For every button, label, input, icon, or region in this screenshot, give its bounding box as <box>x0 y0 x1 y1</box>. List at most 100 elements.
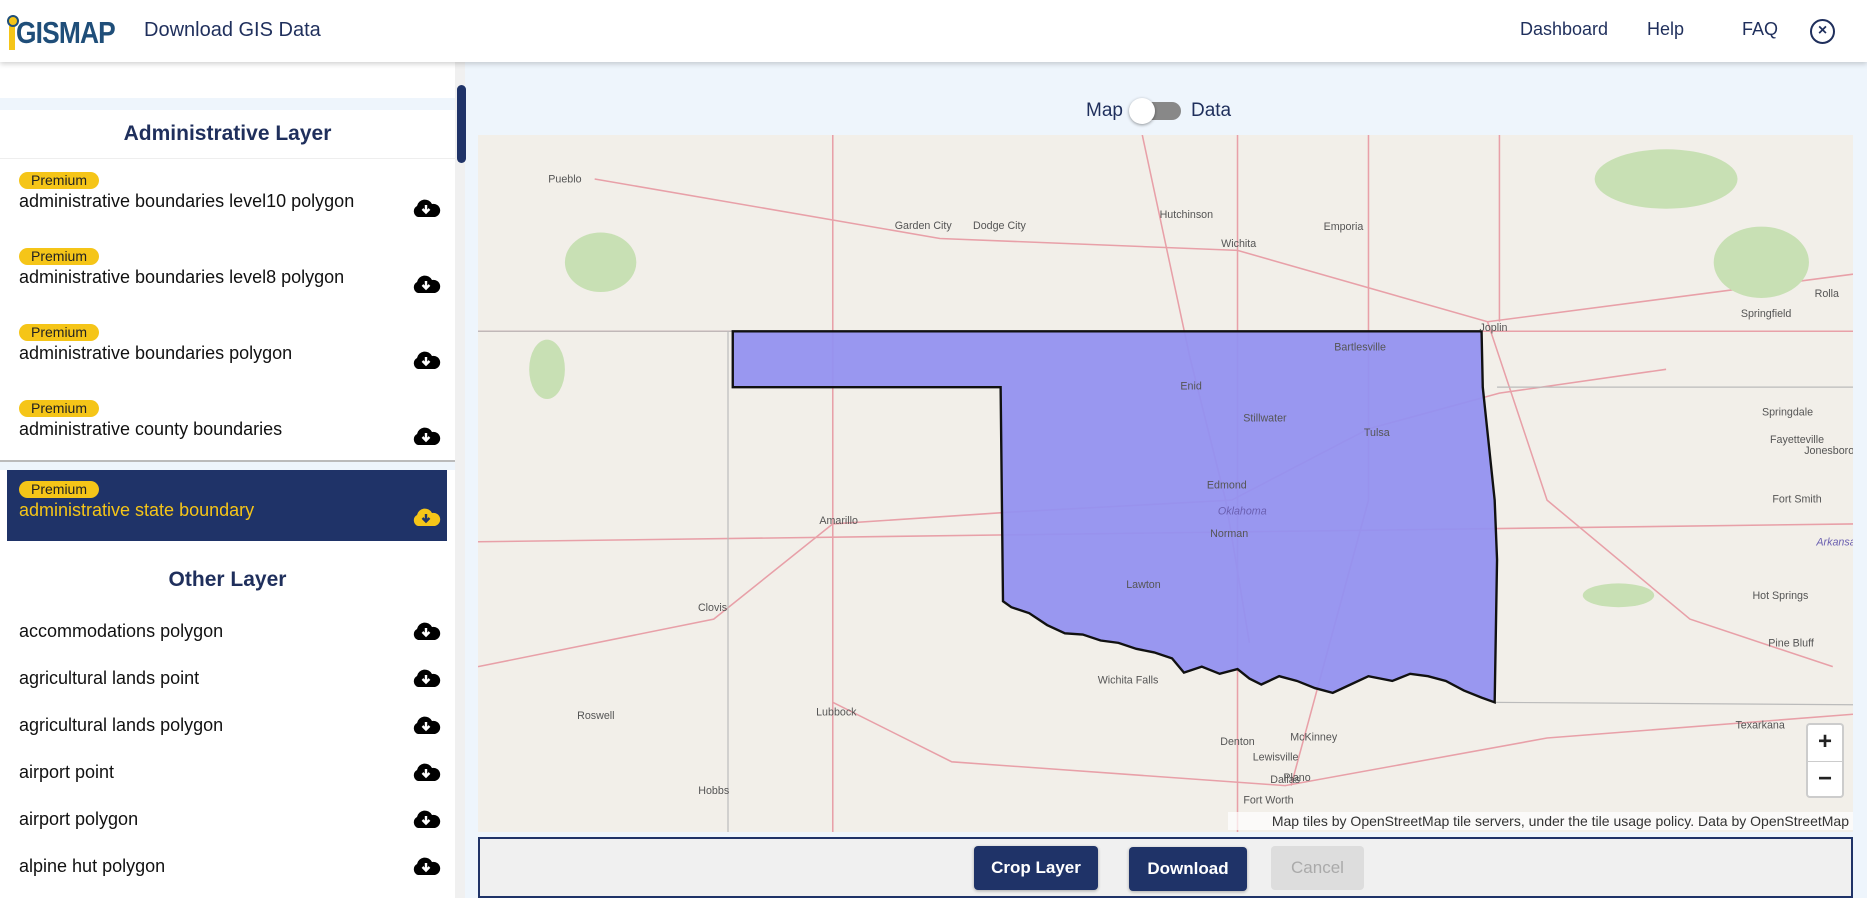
other-layer-heading: Other Layer <box>168 568 287 591</box>
cloud-download-icon[interactable] <box>411 668 441 688</box>
premium-badge: Premium <box>19 172 100 189</box>
cloud-download-icon[interactable] <box>411 274 441 294</box>
close-icon[interactable]: × <box>1810 19 1835 44</box>
layer-name: agricultural lands point <box>19 668 200 688</box>
top-header: GISMAP Download GIS Data Dashboard Help … <box>0 0 1867 62</box>
sidebar-scrollbar-thumb[interactable] <box>457 85 466 163</box>
city-label: Fort Smith <box>1772 494 1821 506</box>
crop-layer-button[interactable]: Crop Layer <box>974 846 1098 890</box>
logo-pin-icon <box>7 15 19 50</box>
map-attribution: Map tiles by OpenStreetMap tile servers,… <box>1228 812 1853 830</box>
map-data-toggle[interactable]: Map Data <box>1086 98 1232 124</box>
premium-badge: Premium <box>19 324 100 341</box>
city-label: Springdale <box>1762 407 1813 419</box>
city-label: Edmond <box>1207 479 1247 491</box>
layer-name: administrative boundaries level10 polygo… <box>19 191 355 211</box>
city-label: Tulsa <box>1364 427 1390 439</box>
city-label: Roswell <box>577 710 614 722</box>
city-label: Lubbock <box>816 706 857 718</box>
layer-item[interactable]: Premium administrative boundaries polygo… <box>7 312 447 384</box>
city-label: Texarkana <box>1735 720 1784 732</box>
city-label: McKinney <box>1290 731 1338 743</box>
city-label: Bartlesville <box>1334 341 1386 353</box>
admin-layer-heading: Administrative Layer <box>123 122 332 145</box>
nav-help[interactable]: Help <box>1647 19 1684 40</box>
layer-item[interactable]: agricultural lands point <box>0 656 455 703</box>
premium-badge: Premium <box>19 400 100 417</box>
toggle-label-map: Map <box>1086 100 1123 121</box>
layer-item-selected[interactable]: Premium administrative state boundary <box>7 469 447 541</box>
cloud-download-icon[interactable] <box>411 762 441 782</box>
layer-name: airport point <box>19 762 115 782</box>
layer-name: administrative boundaries level8 polygon <box>19 267 345 287</box>
layer-name: accommodations polygon <box>19 621 224 641</box>
city-label: Arkansas <box>1815 536 1853 548</box>
city-label: Hobbs <box>698 785 729 797</box>
toggle-switch[interactable] <box>1128 98 1181 124</box>
sidebar-scrollbar[interactable] <box>455 62 465 898</box>
city-label: Stillwater <box>1243 413 1287 425</box>
city-label: Pine Bluff <box>1768 637 1814 649</box>
nav-dashboard[interactable]: Dashboard <box>1520 19 1608 40</box>
layer-item[interactable]: airport polygon <box>0 797 455 844</box>
layer-name: administrative state boundary <box>19 500 255 520</box>
map-canvas[interactable]: Pueblo Garden City Dodge City Hutchinson Wic… <box>478 135 1853 832</box>
page-title: Download GIS Data <box>144 19 321 41</box>
map-view[interactable]: Pueblo Garden City Dodge City Hutchinson Wic… <box>478 135 1853 832</box>
layer-name: agricultural lands polygon <box>19 715 224 735</box>
cloud-download-icon[interactable] <box>411 198 441 218</box>
city-label: Norman <box>1210 528 1248 540</box>
city-label: Wichita Falls <box>1098 674 1159 686</box>
igismap-logo[interactable]: GISMAP <box>7 12 132 50</box>
action-bar: Crop Layer Download Cancel <box>478 837 1853 898</box>
premium-badge: Premium <box>19 248 100 265</box>
city-label: Joplin <box>1480 322 1508 334</box>
city-label: Dallas <box>1270 774 1300 786</box>
city-label: Oklahoma <box>1218 505 1267 517</box>
zoom-in-button[interactable]: + <box>1808 725 1842 761</box>
layer-item[interactable]: Premium administrative county boundaries <box>7 388 447 460</box>
city-label: Pueblo <box>548 174 581 186</box>
city-label: Lewisville <box>1253 752 1299 764</box>
layer-name: alpine hut polygon <box>19 856 166 876</box>
layer-name: airport polygon <box>19 809 139 829</box>
layer-item[interactable]: agricultural lands polygon <box>0 703 455 750</box>
city-label: Amarillo <box>819 515 858 527</box>
city-label: Garden City <box>895 220 953 232</box>
city-label: Denton <box>1220 736 1255 748</box>
layer-item[interactable]: accommodations polygon <box>0 609 455 656</box>
city-label: Dodge City <box>973 220 1027 232</box>
city-label: Emporia <box>1324 221 1364 233</box>
cloud-download-icon[interactable] <box>411 350 441 370</box>
zoom-out-button[interactable]: − <box>1808 761 1842 797</box>
city-label: Hot Springs <box>1752 590 1808 602</box>
nav-faq[interactable]: FAQ <box>1742 19 1778 40</box>
city-label: Fort Worth <box>1243 794 1293 806</box>
layer-name: administrative county boundaries <box>19 419 283 439</box>
city-label: Hutchinson <box>1160 209 1214 221</box>
premium-badge: Premium <box>19 481 100 498</box>
download-button[interactable]: Download <box>1129 847 1247 891</box>
city-label: Wichita <box>1221 238 1256 250</box>
toggle-label-data: Data <box>1190 100 1232 121</box>
layer-item[interactable]: Premium administrative boundaries level1… <box>7 160 447 232</box>
zoom-control: + − <box>1806 723 1844 798</box>
city-label: Jonesboro <box>1804 445 1853 457</box>
city-label: Springfield <box>1741 308 1792 320</box>
city-label: Enid <box>1180 381 1201 393</box>
cloud-download-icon[interactable] <box>411 715 441 735</box>
layer-sidebar: Administrative Layer Premium administrat… <box>0 62 455 898</box>
layer-item[interactable]: airport point <box>0 750 455 797</box>
cloud-download-icon[interactable] <box>411 507 441 527</box>
city-label: Clovis <box>698 602 727 614</box>
city-label: Lawton <box>1126 579 1161 591</box>
cancel-button[interactable]: Cancel <box>1271 846 1364 890</box>
layer-item[interactable]: alpine hut polygon <box>0 844 455 891</box>
cloud-download-icon[interactable] <box>411 621 441 641</box>
layer-name: administrative boundaries polygon <box>19 343 293 363</box>
city-label: Rolla <box>1815 288 1839 300</box>
cloud-download-icon[interactable] <box>411 856 441 876</box>
cloud-download-icon[interactable] <box>411 809 441 829</box>
layer-item[interactable]: Premium administrative boundaries level8… <box>7 236 447 308</box>
cloud-download-icon[interactable] <box>411 426 441 446</box>
